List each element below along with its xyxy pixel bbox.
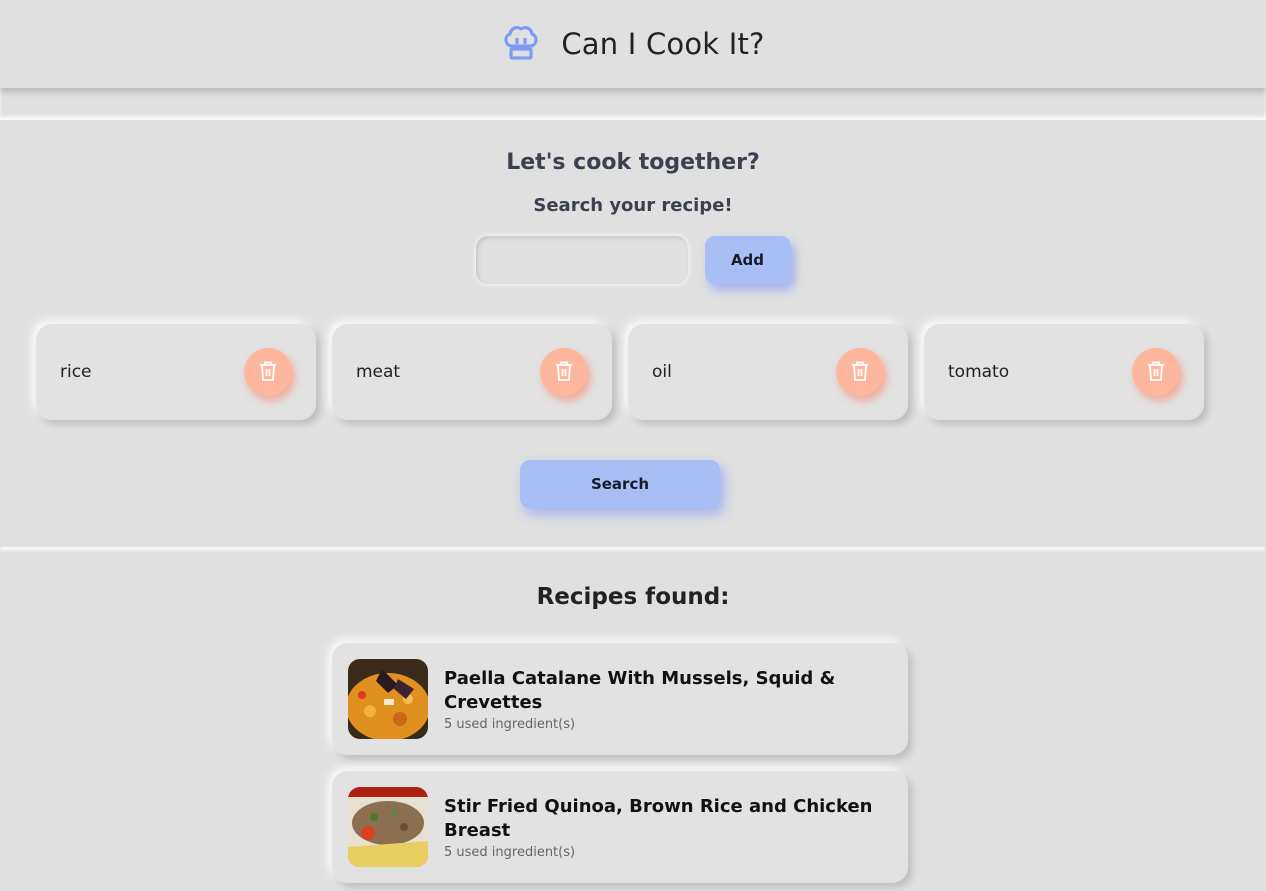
trash-icon [851,361,869,384]
recipe-ingredient-count: 5 used ingredient(s) [444,716,576,732]
recipe-info: Stir Fried Quinoa, Brown Rice and Chicke… [444,795,908,860]
ingredient-list: rice meat oil tomato [36,324,1204,420]
ingredient-label: meat [356,362,401,382]
recipe-name: Paella Catalane With Mussels, Squid & Cr… [444,667,836,713]
ingredient-chip: rice [36,324,316,420]
ingredient-label: oil [652,362,672,382]
recipe-image [348,787,428,867]
ingredient-label: tomato [948,362,1010,382]
brand: Can I Cook It? [501,22,764,66]
add-button[interactable]: Add [704,236,791,284]
recipe-name: Stir Fried Quinoa, Brown Rice and Chicke… [444,795,873,841]
delete-ingredient-button[interactable] [540,348,588,396]
delete-ingredient-button[interactable] [1132,348,1180,396]
search-heading: Let's cook together? [506,150,760,175]
app-title: Can I Cook It? [561,27,765,61]
recipe-info: Paella Catalane With Mussels, Squid & Cr… [444,667,908,732]
ingredient-label: rice [60,362,92,382]
results-panel: Recipes found: Paella Catalane With Muss… [0,547,1266,883]
recipe-ingredient-count: 5 used ingredient(s) [444,844,576,860]
delete-ingredient-button[interactable] [836,348,884,396]
delete-ingredient-button[interactable] [244,348,292,396]
trash-icon [555,361,573,384]
recipe-image [348,659,428,739]
ingredient-input[interactable] [475,236,688,284]
results-title: Recipes found: [536,584,730,610]
search-button[interactable]: Search [520,460,720,508]
recipe-card[interactable]: Paella Catalane With Mussels, Squid & Cr… [332,643,908,755]
trash-icon [1147,361,1165,384]
ingredient-chip: meat [332,324,612,420]
ingredient-chip: oil [628,324,908,420]
chef-hat-icon [501,22,541,66]
search-panel: Let's cook together? Search your recipe!… [0,120,1266,547]
app-header: Can I Cook It? [0,0,1266,88]
trash-icon [259,361,277,384]
search-subheading: Search your recipe! [533,195,733,216]
header-spacer [0,88,1266,120]
recipe-list: Paella Catalane With Mussels, Squid & Cr… [332,643,908,883]
ingredient-chip: tomato [924,324,1204,420]
recipe-card[interactable]: Stir Fried Quinoa, Brown Rice and Chicke… [332,771,908,883]
add-ingredient-row: Add [0,236,1266,284]
